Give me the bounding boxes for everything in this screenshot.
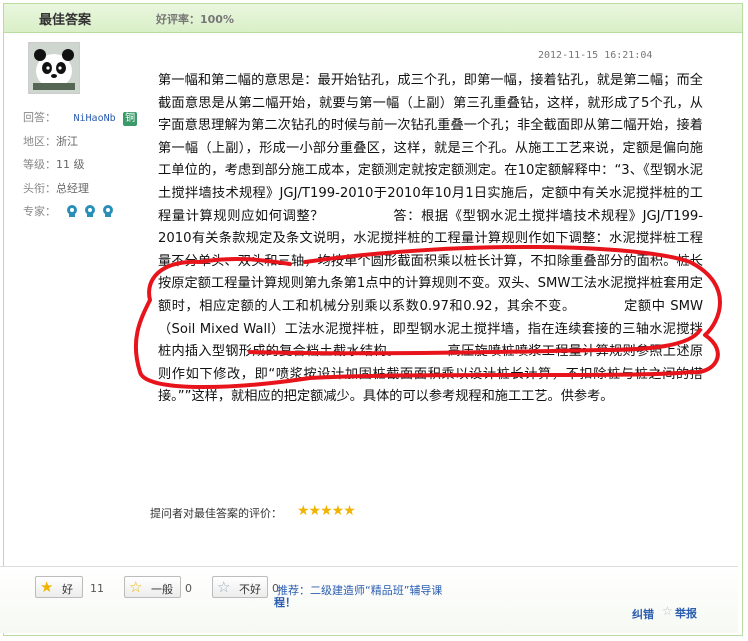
star-bad-icon: ☆	[217, 578, 231, 596]
level-value: 11 级	[56, 158, 85, 171]
vote-bad-button[interactable]: ☆ 不好	[212, 576, 268, 598]
vote-good-button[interactable]: ★ 好	[35, 576, 83, 598]
answer-body: 第一幅和第二幅的意思是：最开始钻孔，成三个孔，即第一幅，接着钻孔，就是第二幅；而…	[158, 70, 703, 409]
answer-timestamp: 2012-11-15 16:21:04	[538, 50, 653, 61]
answerer-row: 回答： NiHaoNb 铜	[23, 109, 138, 126]
panel-title: 最佳答案	[39, 13, 92, 28]
evaluation-label: 提问者对最佳答案的评价：	[150, 507, 282, 520]
region-value: 浙江	[56, 135, 78, 148]
vote-neutral-button[interactable]: ☆ 一般	[124, 576, 181, 598]
rank-label: 头衔：	[23, 182, 56, 195]
vote-neutral-count: 0	[185, 582, 192, 595]
panel-header: 最佳答案 好评率：100%	[4, 4, 742, 33]
approval-rate: 好评率：100%	[156, 13, 234, 26]
answer-paragraph-2: 答：根据《型钢水泥土搅拌墙技术规程》JGJ/T199-2010有关条款规定及条文…	[158, 208, 704, 314]
grade-badge-icon: 铜	[123, 112, 138, 126]
recommendation-link-wrap[interactable]: 程！	[274, 594, 296, 610]
answerer-label: 回答：	[23, 111, 56, 124]
expert-row: 专家：	[23, 203, 118, 221]
answer-footer	[0, 566, 738, 633]
correct-error-link[interactable]: 纠错	[632, 606, 654, 622]
answerer-name-link[interactable]: NiHaoNb	[74, 113, 116, 124]
answer-paragraph-5: ”这样，就相应的把定额减少。具体的可以参考规程和施工工艺。供参考。	[184, 389, 614, 405]
rank-row: 头衔：总经理	[23, 180, 89, 196]
level-label: 等级：	[23, 158, 56, 171]
expert-label: 专家：	[23, 205, 56, 218]
recommendation: 推荐：二级建造师“精品班”辅导课	[277, 582, 442, 598]
vote-bad-label: 不好	[239, 583, 261, 596]
vote-good-count: 11	[90, 582, 104, 595]
star-good-icon: ★	[40, 578, 54, 596]
vote-good-label: 好	[62, 583, 73, 596]
avatar[interactable]	[28, 42, 80, 94]
report-link[interactable]: 举报	[675, 605, 697, 621]
region-label: 地区：	[23, 135, 56, 148]
expert-badges-icon	[64, 204, 118, 221]
region-row: 地区：浙江	[23, 133, 78, 149]
star-neutral-icon: ☆	[129, 578, 143, 596]
level-row: 等级：11 级	[23, 156, 85, 172]
recommendation-link[interactable]: 二级建造师“精品班”辅导课	[310, 584, 442, 597]
rank-value: 总经理	[56, 182, 89, 195]
panda-avatar-icon	[29, 43, 79, 93]
vote-neutral-label: 一般	[151, 583, 173, 596]
rating-stars-icon: ★★★★★	[297, 503, 356, 519]
report-flag-icon: ☆	[662, 604, 673, 618]
answer-paragraph-1: 第一幅和第二幅的意思是：最开始钻孔，成三个孔，即第一幅，接着钻孔，就是第二幅；而…	[158, 73, 703, 224]
